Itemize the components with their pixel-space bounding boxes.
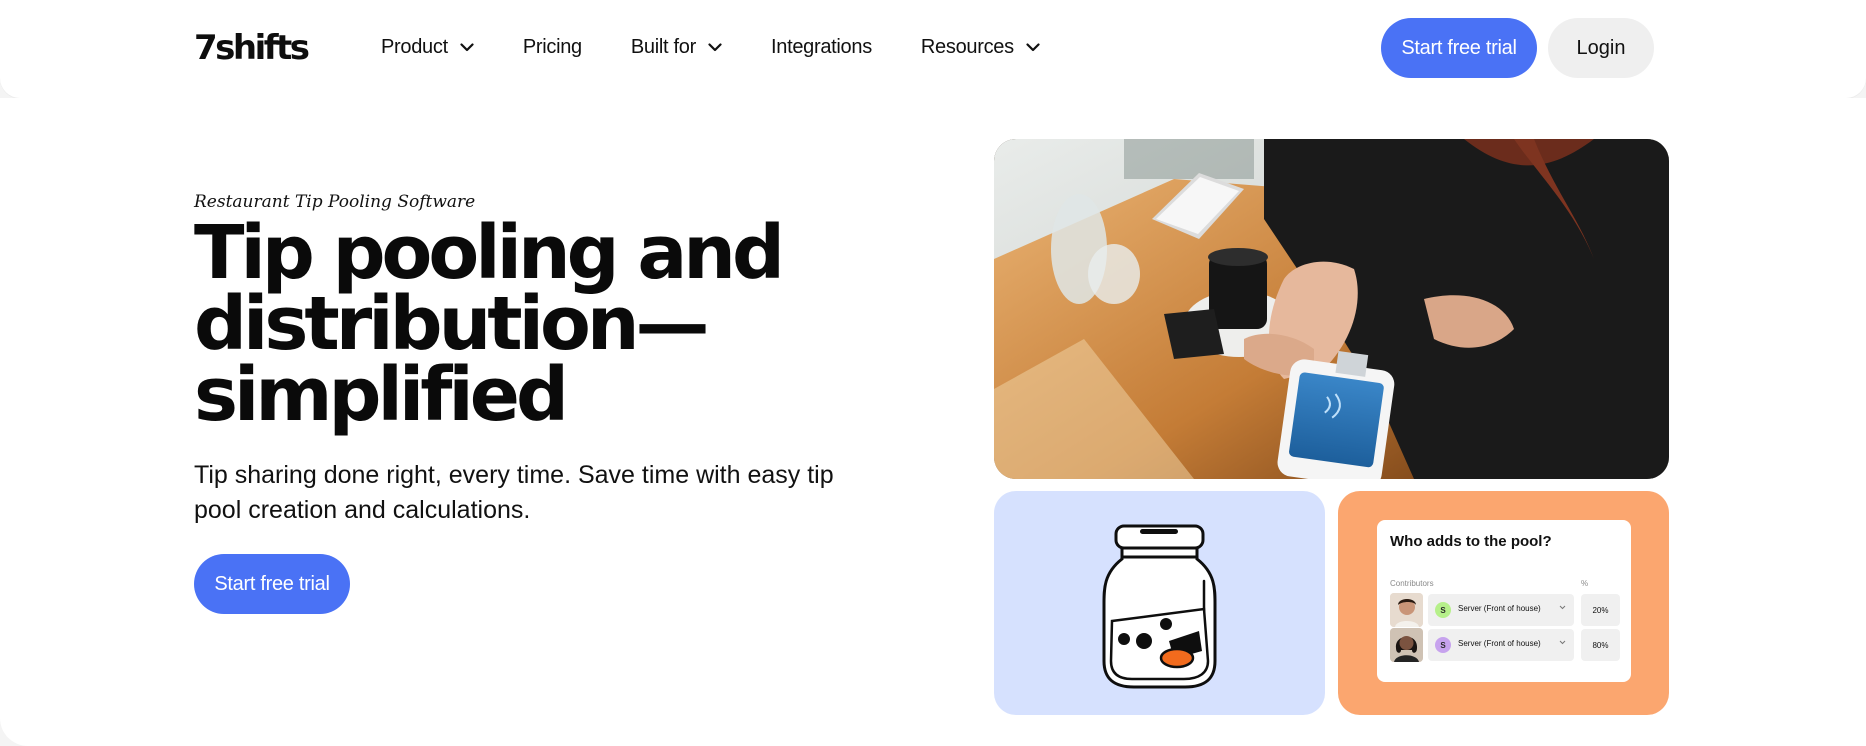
pool-panel: Who adds to the pool? Contributors % S S… [1377,520,1631,682]
nav-label: Pricing [522,36,582,58]
chevron-down-icon [708,43,722,52]
nav-item-resources[interactable]: Resources [921,36,1040,59]
hero-eyebrow: Restaurant Tip Pooling Software [194,192,476,212]
nav-item-product[interactable]: Product [381,36,474,59]
tip-jar-icon [1102,524,1217,689]
person-avatar-image [1390,593,1423,627]
role-select[interactable]: S Server (Front of house) [1428,594,1574,626]
contributors-label: Contributors [1390,579,1434,588]
tip-pool-card: Who adds to the pool? Contributors % S S… [1338,491,1669,715]
nav-label: Resources [920,36,1014,58]
hero-title-line: Tip pooling and [194,210,785,296]
nav-label: Built for [630,36,696,58]
person-avatar-image [1390,628,1423,662]
card-payment-photo [994,139,1669,479]
percent-input[interactable]: 80% [1581,629,1620,661]
role-select[interactable]: S Server (Front of house) [1428,629,1574,661]
hero-photo [994,139,1669,479]
nav-item-built-for[interactable]: Built for [631,36,722,59]
hero-section: Restaurant Tip Pooling Software Tip pool… [0,98,1866,746]
role-badge: S [1435,637,1451,653]
main-nav: Product Pricing Built for Integrations R… [381,36,1089,59]
logo[interactable]: 7shifts [194,28,310,68]
tip-jar-card [994,491,1325,715]
chevron-down-icon [1026,43,1040,52]
site-header: 7shifts Product Pricing Built for Integr… [0,0,1866,98]
hero-title: Tip pooling and distribution— simplified [194,210,814,438]
nav-label: Integrations [770,36,872,58]
hero-title-line: distribution— [194,281,710,367]
hero-title-line: simplified [194,352,569,438]
percent-label: % [1581,579,1589,588]
role-select-value: Server (Front of house) [1458,604,1541,613]
nav-label: Product [381,36,448,58]
avatar [1390,628,1423,662]
avatar [1390,593,1423,627]
chevron-down-icon [1559,640,1566,645]
role-select-value: Server (Front of house) [1458,639,1541,648]
nav-item-integrations[interactable]: Integrations [771,36,872,59]
nav-item-pricing[interactable]: Pricing [523,36,582,59]
pool-question: Who adds to the pool? [1390,533,1552,550]
contributor-row: S Server (Front of house) 20% [1390,593,1620,627]
chevron-down-icon [1559,605,1566,610]
login-button[interactable]: Login [1548,18,1654,78]
chevron-down-icon [460,43,474,52]
percent-input[interactable]: 20% [1581,594,1620,626]
hero-subtitle: Tip sharing done right, every time. Save… [194,461,834,524]
hero-start-free-trial-button[interactable]: Start free trial [194,554,350,614]
role-badge: S [1435,602,1451,618]
contributor-row: S Server (Front of house) 80% [1390,628,1620,662]
start-free-trial-button[interactable]: Start free trial [1381,18,1537,78]
